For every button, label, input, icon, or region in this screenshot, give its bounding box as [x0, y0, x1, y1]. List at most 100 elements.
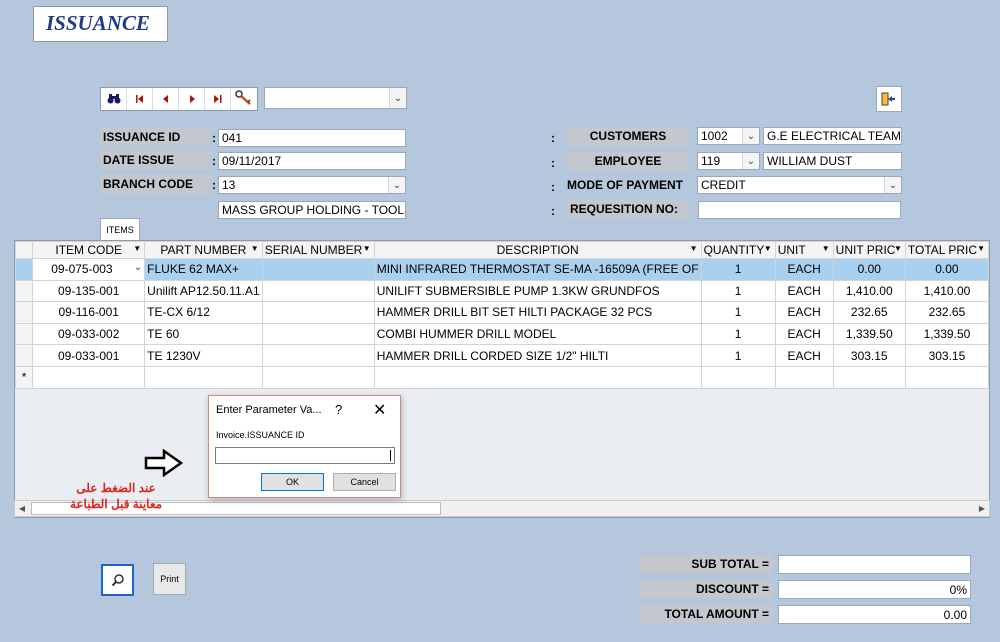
- unit-price-cell[interactable]: [832, 365, 906, 389]
- table-row[interactable]: 09-116-001 TE-CX 6/12 HAMMER DRILL BIT S…: [15, 301, 989, 324]
- column-header-quantity[interactable]: QUANTITY ▼: [700, 241, 776, 259]
- exit-button[interactable]: [876, 86, 902, 112]
- item-code-cell[interactable]: [32, 365, 146, 389]
- part-number-cell[interactable]: [144, 365, 263, 389]
- description-cell[interactable]: COMBI HUMMER DRILL MODEL: [373, 322, 702, 346]
- parameter-input[interactable]: [215, 447, 395, 464]
- unit-cell[interactable]: [774, 365, 834, 389]
- column-header-serial-number[interactable]: SERIAL NUMBER ▼: [261, 241, 375, 259]
- chevron-down-icon[interactable]: ⌄: [388, 177, 405, 193]
- item-code-cell[interactable]: 09-033-002: [32, 322, 146, 346]
- chevron-down-icon[interactable]: ⌄: [884, 177, 901, 193]
- issuance-id-field[interactable]: 041: [218, 129, 406, 147]
- total-amount-field[interactable]: 0.00: [778, 605, 971, 624]
- part-number-cell[interactable]: TE 1230V: [144, 344, 263, 367]
- unit-cell[interactable]: EACH: [774, 344, 834, 367]
- record-search-combo[interactable]: ⌄: [264, 87, 407, 109]
- total-price-cell[interactable]: 0.00: [904, 258, 989, 281]
- binoculars-icon[interactable]: [101, 88, 127, 110]
- dropdown-arrow-icon[interactable]: ▼: [764, 244, 772, 253]
- dropdown-arrow-icon[interactable]: ▼: [977, 244, 985, 253]
- dropdown-arrow-icon[interactable]: ▼: [363, 244, 371, 253]
- serial-number-cell[interactable]: [261, 365, 375, 389]
- description-cell[interactable]: UNILIFT SUBMERSIBLE PUMP 1.3KW GRUNDFOS: [373, 279, 702, 303]
- column-header-item-code[interactable]: ITEM CODE ▼: [32, 241, 146, 259]
- total-price-cell[interactable]: 1,339.50: [904, 322, 989, 346]
- table-row[interactable]: 09-033-001 TE 1230V HAMMER DRILL CORDED …: [15, 344, 989, 367]
- cancel-button[interactable]: Cancel: [333, 473, 396, 491]
- description-cell[interactable]: MINI INFRARED THERMOSTAT SE-MA -16509A (…: [373, 258, 702, 281]
- unit-price-cell[interactable]: 1,410.00: [832, 279, 906, 303]
- close-icon[interactable]: ✕: [373, 400, 386, 420]
- item-code-cell[interactable]: 09-033-001: [32, 344, 146, 367]
- new-row[interactable]: *: [15, 365, 989, 389]
- scroll-right-icon[interactable]: ▶: [975, 501, 989, 516]
- ok-button[interactable]: OK: [261, 473, 324, 491]
- dropdown-arrow-icon[interactable]: ▼: [894, 244, 902, 253]
- quantity-cell[interactable]: 1: [700, 301, 776, 324]
- item-code-cell[interactable]: 09-116-001: [32, 301, 146, 324]
- print-preview-button[interactable]: [101, 564, 134, 596]
- part-number-cell[interactable]: Unilift AP12.50.11.A1: [144, 279, 263, 303]
- column-header-unit-price[interactable]: UNIT PRIC ▼: [832, 241, 906, 259]
- customers-name-field[interactable]: G.E ELECTRICAL TEAM: [763, 127, 902, 145]
- dropdown-arrow-icon[interactable]: ▼: [690, 244, 698, 253]
- unit-cell[interactable]: EACH: [774, 279, 834, 303]
- chevron-down-icon[interactable]: ⌄: [742, 153, 759, 169]
- unit-price-cell[interactable]: 0.00: [832, 258, 906, 281]
- table-row[interactable]: 09-033-002 TE 60 COMBI HUMMER DRILL MODE…: [15, 322, 989, 346]
- part-number-cell[interactable]: TE-CX 6/12: [144, 301, 263, 324]
- serial-number-cell[interactable]: [261, 322, 375, 346]
- help-icon[interactable]: ?: [335, 402, 342, 417]
- row-selector[interactable]: [15, 279, 34, 303]
- quantity-cell[interactable]: [700, 365, 776, 389]
- description-cell[interactable]: HAMMER DRILL BIT SET HILTI PACKAGE 32 PC…: [373, 301, 702, 324]
- table-row[interactable]: 09-135-001 Unilift AP12.50.11.A1 UNILIFT…: [15, 279, 989, 303]
- column-header-unit[interactable]: UNIT ▼: [774, 241, 834, 259]
- description-cell[interactable]: HAMMER DRILL CORDED SIZE 1/2" HILTI: [373, 344, 702, 367]
- previous-record-icon[interactable]: [153, 88, 179, 110]
- row-selector[interactable]: [15, 258, 34, 281]
- unit-cell[interactable]: EACH: [774, 301, 834, 324]
- serial-number-cell[interactable]: [261, 258, 375, 281]
- serial-number-cell[interactable]: [261, 301, 375, 324]
- column-header-part-number[interactable]: PART NUMBER ▼: [144, 241, 263, 259]
- quantity-cell[interactable]: 1: [700, 344, 776, 367]
- part-number-cell[interactable]: TE 60: [144, 322, 263, 346]
- unit-price-cell[interactable]: 303.15: [832, 344, 906, 367]
- total-price-cell[interactable]: 232.65: [904, 301, 989, 324]
- table-row[interactable]: 09-075-003 ⌄ FLUKE 62 MAX+ MINI INFRARED …: [15, 258, 989, 281]
- row-selector[interactable]: [15, 322, 34, 346]
- unit-cell[interactable]: EACH: [774, 258, 834, 281]
- unit-price-cell[interactable]: 232.65: [832, 301, 906, 324]
- tab-items[interactable]: ITEMS: [100, 218, 140, 240]
- part-number-cell[interactable]: FLUKE 62 MAX+: [144, 258, 263, 281]
- serial-number-cell[interactable]: [261, 344, 375, 367]
- dropdown-arrow-icon[interactable]: ▼: [133, 244, 141, 253]
- unit-cell[interactable]: EACH: [774, 322, 834, 346]
- next-record-icon[interactable]: [179, 88, 205, 110]
- scroll-left-icon[interactable]: ◀: [15, 501, 29, 516]
- total-price-cell[interactable]: 303.15: [904, 344, 989, 367]
- customers-code-combo[interactable]: 1002 ⌄: [697, 127, 760, 145]
- row-selector[interactable]: [15, 301, 34, 324]
- total-price-cell[interactable]: [904, 365, 989, 389]
- quantity-cell[interactable]: 1: [700, 258, 776, 281]
- employee-name-field[interactable]: WILLIAM DUST: [763, 152, 902, 170]
- chevron-down-icon[interactable]: ⌄: [134, 262, 142, 273]
- total-price-cell[interactable]: 1,410.00: [904, 279, 989, 303]
- employee-code-combo[interactable]: 119 ⌄: [697, 152, 760, 170]
- chevron-down-icon[interactable]: ⌄: [389, 88, 406, 108]
- sub-total-field[interactable]: [778, 555, 971, 574]
- dropdown-arrow-icon[interactable]: ▼: [822, 244, 830, 253]
- branch-code-combo[interactable]: 13 ⌄: [218, 176, 406, 194]
- item-code-cell[interactable]: 09-135-001: [32, 279, 146, 303]
- key-edit-icon[interactable]: [231, 88, 257, 110]
- unit-price-cell[interactable]: 1,339.50: [832, 322, 906, 346]
- date-issue-field[interactable]: 09/11/2017: [218, 152, 406, 170]
- last-record-icon[interactable]: [205, 88, 231, 110]
- discount-field[interactable]: 0%: [778, 580, 971, 599]
- dropdown-arrow-icon[interactable]: ▼: [251, 244, 259, 253]
- serial-number-cell[interactable]: [261, 279, 375, 303]
- quantity-cell[interactable]: 1: [700, 279, 776, 303]
